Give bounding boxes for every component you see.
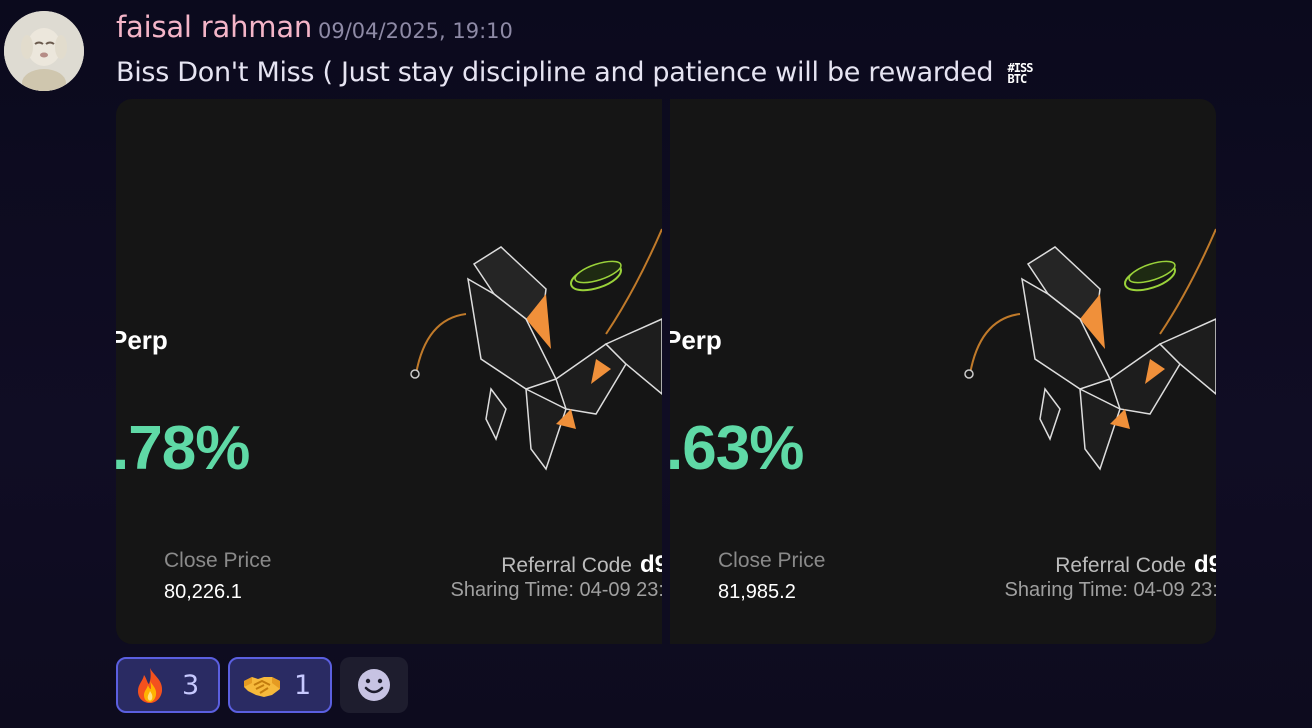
custom-emoji-line2: BTC [1007, 71, 1028, 86]
image-attachment-2[interactable]: Perp .63% Close Price 81,985.2 Referral … [670, 99, 1216, 644]
referral-label: Referral Code [1055, 554, 1186, 577]
close-price-value: 81,985.2 [718, 581, 796, 603]
reaction-count: 3 [182, 669, 200, 701]
pnl-percentage: .63% [670, 414, 804, 483]
message-body: Biss Don't Miss ( Just stay discipline a… [116, 57, 994, 88]
reaction-count: 1 [294, 669, 312, 701]
referral-code: Referral Code d9 [501, 551, 662, 579]
pnl-percentage: .78% [116, 414, 250, 483]
message-timestamp: 09/04/2025, 19:10 [318, 19, 513, 43]
robot-fox-illustration [410, 228, 662, 471]
custom-emoji: #ISS BTC [1007, 62, 1034, 86]
robot-fox-illustration [964, 228, 1216, 471]
reaction-fire[interactable]: 3 [116, 657, 220, 713]
fire-icon [138, 668, 163, 703]
perp-label: Perp [116, 325, 168, 355]
referral-label: Referral Code [501, 554, 632, 577]
sharing-time: Sharing Time: 04-09 23: [1004, 579, 1216, 601]
referral-code-value: d9 [1193, 551, 1216, 578]
add-reaction-button[interactable] [340, 657, 408, 713]
handshake-icon [244, 677, 280, 697]
user-avatar[interactable] [4, 11, 84, 91]
referral-code: Referral Code d9 [1055, 551, 1216, 579]
perp-label: Perp [670, 325, 722, 355]
close-price-value: 80,226.1 [164, 581, 242, 603]
close-price-label: Close Price [718, 549, 826, 572]
referral-code-value: d9 [639, 551, 662, 578]
avatar-image [4, 11, 84, 91]
image-attachment-1[interactable]: Perp .78% Close Price 80,226.1 Referral … [116, 99, 662, 644]
close-price-label: Close Price [164, 549, 272, 572]
message-text: Biss Don't Miss ( Just stay discipline a… [116, 57, 1034, 88]
message-author[interactable]: faisal rahman [116, 10, 312, 44]
smiley-icon [358, 669, 390, 701]
reaction-handshake[interactable]: 1 [228, 657, 332, 713]
sharing-time: Sharing Time: 04-09 23: [450, 579, 662, 601]
